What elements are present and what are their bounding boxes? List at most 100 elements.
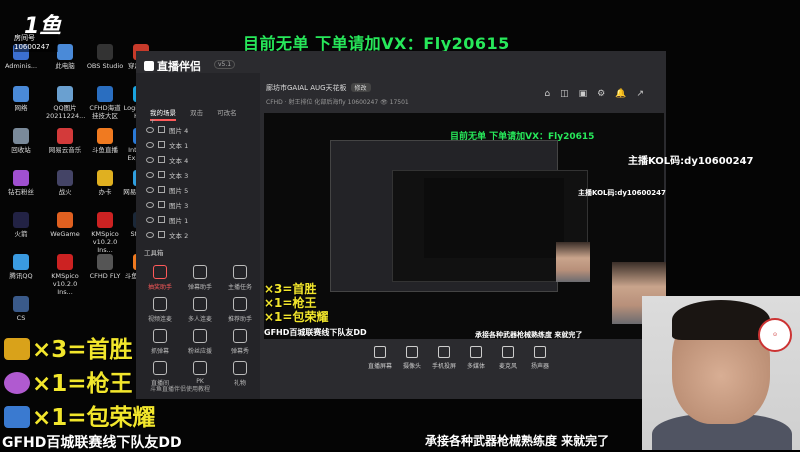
desktop-icon-label: WeGame <box>50 230 80 238</box>
tool-icon <box>153 297 167 311</box>
desktop-icon[interactable]: KMSpico v10.2.0 Ins... <box>46 254 84 296</box>
tool-button[interactable]: 主播任务 <box>222 265 258 291</box>
lock-icon[interactable] <box>158 216 165 223</box>
eye-icon[interactable] <box>146 217 154 223</box>
desktop-icon[interactable]: CFHD FLY <box>86 254 124 280</box>
scene-label: 图片 4 <box>169 127 189 135</box>
tool-icon <box>193 265 207 279</box>
edit-location-button[interactable]: 修改 <box>350 83 371 92</box>
tool-button[interactable]: 弹幕助手 <box>182 265 218 291</box>
tool-label: 弹幕秀 <box>230 348 249 355</box>
toolbar-icon[interactable]: ↗ <box>636 89 654 99</box>
eye-icon[interactable] <box>146 127 154 133</box>
source-button[interactable]: 扬声器 <box>520 346 560 370</box>
desktop-icon[interactable]: 战火 <box>46 170 84 196</box>
caption-right: 承接各种武器枪械熟练度 来就完了 <box>425 434 610 448</box>
scene-label: 图片 1 <box>169 217 189 225</box>
lock-icon[interactable] <box>158 126 165 133</box>
tutorial-tip[interactable]: 斗鱼直播伴侣使用教程 <box>150 384 210 393</box>
desktop-icon[interactable]: 办卡 <box>86 170 124 196</box>
scene-item[interactable]: 文本 2 <box>146 230 254 242</box>
eye-icon[interactable] <box>146 187 154 193</box>
source-toolbar: 直播屏幕 摄像头 手机投屏 多媒体 麦克风 扬声器 <box>264 340 664 382</box>
app-icon <box>57 212 73 228</box>
desktop-icon[interactable]: 钻石粉丝 <box>2 170 40 196</box>
bag-icon <box>4 406 30 428</box>
eye-icon[interactable] <box>146 157 154 163</box>
tool-button[interactable]: 抓弹幕 <box>142 329 178 355</box>
desktop-icon-label: 战火 <box>58 188 72 196</box>
tool-button[interactable]: 视频连麦 <box>142 297 178 323</box>
add-scene-icon[interactable]: + <box>150 117 155 125</box>
desktop-icon[interactable]: KMSpico v10.2.0 Ins... <box>86 212 124 254</box>
app-icon <box>57 86 73 102</box>
scene-item[interactable]: 文本 4 <box>146 155 254 167</box>
lock-icon[interactable] <box>158 201 165 208</box>
app-icon <box>97 86 113 102</box>
app-icon <box>13 296 29 312</box>
tool-icon <box>153 361 167 375</box>
tool-button[interactable]: PK <box>182 361 218 385</box>
desktop-icon[interactable]: WeGame <box>46 212 84 238</box>
tool-button[interactable]: 多人连麦 <box>182 297 218 323</box>
tool-icon <box>193 361 207 375</box>
app-icon <box>57 254 73 270</box>
toolbar-icon[interactable]: ▣ <box>579 89 598 99</box>
tool-button[interactable]: 抽奖助手 <box>142 265 178 291</box>
tool-label: 多人连麦 <box>187 316 212 323</box>
tool-icon <box>233 361 247 375</box>
eye-icon[interactable] <box>146 232 154 238</box>
source-icon <box>502 346 514 358</box>
eye-icon[interactable] <box>146 142 154 148</box>
toolbar-icon[interactable]: ◫ <box>560 89 579 99</box>
lock-icon[interactable] <box>158 171 165 178</box>
tool-button[interactable]: 弹幕秀 <box>222 329 258 355</box>
desktop-icon[interactable]: 火箭 <box>2 212 40 238</box>
toolbar-icon[interactable]: ⚙ <box>597 89 615 99</box>
scene-item[interactable]: 图片 4 <box>146 125 254 137</box>
webcam-hair <box>672 300 770 340</box>
desktop-icon[interactable]: OBS Studio <box>86 44 124 70</box>
preview-caption-right: 承接各种武器枪械熟练度 来就完了 <box>475 331 583 339</box>
desktop-icon[interactable]: QQ图片 20211224... <box>46 86 85 120</box>
desktop-icon-label: Adminis... <box>4 62 38 70</box>
tool-button[interactable]: 粉丝应援 <box>182 329 218 355</box>
desktop-icon[interactable]: CS <box>2 296 40 322</box>
tool-label: 礼物 <box>233 380 246 387</box>
scene-label: 文本 1 <box>169 142 189 150</box>
tool-button[interactable]: 推荐助手 <box>222 297 258 323</box>
eye-icon[interactable] <box>146 172 154 178</box>
tab-double-click[interactable]: 双击 <box>190 109 203 117</box>
preview-caption-left: GFHD百城联赛线下队友DD <box>264 328 367 337</box>
desktop-icon[interactable]: 网络 <box>2 86 40 112</box>
stream-info: CFHD · 射王排位 化部后海fly 10600247 👁 17501 <box>266 99 409 106</box>
app-icon <box>57 44 73 60</box>
lock-icon[interactable] <box>158 231 165 238</box>
toolbar-icon[interactable]: ⌂ <box>544 89 560 99</box>
source-icon <box>438 346 450 358</box>
scene-label: 文本 2 <box>169 232 189 240</box>
tool-button[interactable]: 礼物 <box>222 361 258 387</box>
desktop-icon[interactable]: 网易云音乐 <box>46 128 84 154</box>
app-icon <box>57 128 73 144</box>
scene-item[interactable]: 图片 5 <box>146 185 254 197</box>
tab-rename[interactable]: 可改名 <box>217 109 237 117</box>
scene-item[interactable]: 文本 3 <box>146 170 254 182</box>
lock-icon[interactable] <box>158 186 165 193</box>
desktop-icon[interactable]: 斗鱼直播 <box>86 128 124 154</box>
desktop-icon-label: KMSpico v10.2.0 Ins... <box>51 272 79 296</box>
scene-item[interactable]: 文本 1 <box>146 140 254 152</box>
desktop-icon[interactable]: CFHD海道 挂技大区 <box>86 86 124 120</box>
toolbar-icon[interactable]: 🔔 <box>615 89 636 99</box>
source-label: 直播屏幕 <box>367 363 392 370</box>
eye-icon[interactable] <box>146 202 154 208</box>
source-label: 多媒体 <box>466 363 485 370</box>
desktop-icon-label: 钻石粉丝 <box>8 188 34 196</box>
kol-code: 主播KOL码:dy10600247 <box>628 156 754 167</box>
lock-icon[interactable] <box>158 156 165 163</box>
scene-item[interactable]: 图片 3 <box>146 200 254 212</box>
desktop-icon[interactable]: 腾讯QQ <box>2 254 40 280</box>
scene-item[interactable]: 图片 1 <box>146 215 254 227</box>
lock-icon[interactable] <box>158 141 165 148</box>
desktop-icon[interactable]: 回收站 <box>2 128 40 154</box>
